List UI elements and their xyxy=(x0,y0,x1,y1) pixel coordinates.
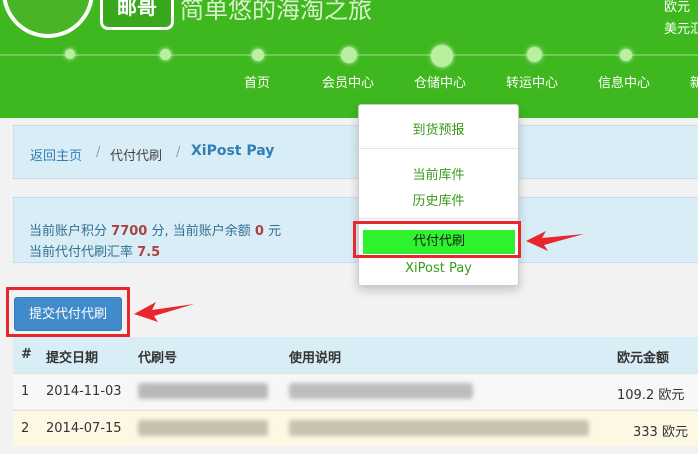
breadcrumb-current: XiPost Pay xyxy=(191,143,275,159)
nav-info-center[interactable]: 信息中心 xyxy=(598,72,650,91)
col-number: # xyxy=(21,347,32,362)
blurred-usage-notes xyxy=(289,420,589,436)
logo-text[interactable]: 邮哥 xyxy=(100,0,174,30)
row-amount: 109.2 欧元 xyxy=(617,388,685,403)
menu-arrival-notice[interactable]: 到货预报 xyxy=(359,119,518,138)
logo-icon[interactable] xyxy=(2,0,94,38)
breadcrumb-separator: / xyxy=(176,145,181,160)
blurred-payment-id xyxy=(138,420,268,436)
blurred-payment-id xyxy=(138,383,268,399)
col-usage-notes: 使用说明 xyxy=(289,351,342,366)
rate-label: 当前代付代刷汇率 xyxy=(29,245,134,260)
highlight-box-submit xyxy=(6,287,130,337)
balance-value: 0 xyxy=(254,224,264,239)
points-label: 当前账户积分 xyxy=(29,224,108,239)
nav-dot-icon xyxy=(160,49,171,60)
breadcrumb: 返回主页 / 代付代刷 / XiPost Pay xyxy=(13,125,698,179)
nav-dot-icon xyxy=(620,49,632,61)
site-header: 邮哥 简单悠的海淘之旅 欧元 美元汇 首页 会员中心 仓储中心 转运中心 信息中… xyxy=(0,0,698,118)
currency-usd-label: 美元汇 xyxy=(664,22,698,37)
nav-dot-icon xyxy=(341,47,357,63)
nav-member-center[interactable]: 会员中心 xyxy=(322,72,374,91)
nav-home[interactable]: 首页 xyxy=(244,72,270,91)
row-amount: 333 欧元 xyxy=(633,425,688,440)
col-payment-id: 代刷号 xyxy=(138,351,178,366)
nav-warehouse-center[interactable]: 仓储中心 xyxy=(414,72,466,91)
balance-unit: 元 xyxy=(268,224,282,239)
nav-dot-icon xyxy=(527,47,542,62)
nav-forwarding-center[interactable]: 转运中心 xyxy=(506,72,558,91)
row-date: 2014-11-03 xyxy=(46,384,122,399)
highlight-box-menu xyxy=(353,221,521,258)
points-unit: 分, 当前账户余额 xyxy=(151,224,251,239)
menu-history-stock[interactable]: 历史库件 xyxy=(359,190,518,209)
warehouse-dropdown-menu: 到货预报 当前库件 历史库件 代付代刷 XiPost Pay xyxy=(358,104,519,286)
currency-euro-label: 欧元 xyxy=(664,0,691,15)
menu-xipost-pay[interactable]: XiPost Pay xyxy=(359,261,518,276)
rate-value: 7.5 xyxy=(137,245,161,260)
menu-current-stock[interactable]: 当前库件 xyxy=(359,164,518,183)
nav-dot-icon xyxy=(252,49,264,61)
red-arrow-icon xyxy=(526,231,584,251)
table-header-row: # 提交日期 代刷号 使用说明 欧元金额 xyxy=(13,337,698,373)
col-submit-date: 提交日期 xyxy=(46,351,99,366)
menu-divider xyxy=(359,148,518,149)
nav-dot-icon xyxy=(65,49,75,59)
table-row[interactable]: 2 2014-07-15 333 欧元 xyxy=(13,410,698,446)
site-slogan: 简单悠的海淘之旅 xyxy=(180,0,372,24)
row-number: 1 xyxy=(21,384,30,399)
blurred-usage-notes xyxy=(289,383,473,399)
nav-dot-active-icon xyxy=(431,45,453,67)
account-balance-line: 当前账户积分 7700 分, 当前账户余额 0 元 xyxy=(29,220,281,239)
breadcrumb-home-link[interactable]: 返回主页 xyxy=(30,145,82,164)
row-date: 2014-07-15 xyxy=(46,421,122,436)
table-row[interactable]: 1 2014-11-03 109.2 欧元 xyxy=(13,373,698,409)
points-value: 7700 xyxy=(111,224,148,239)
breadcrumb-payment[interactable]: 代付代刷 xyxy=(110,145,162,164)
red-arrow-icon xyxy=(134,302,194,322)
col-euro-amount: 欧元金额 xyxy=(617,351,670,366)
nav-new[interactable]: 新 xyxy=(690,72,698,91)
row-number: 2 xyxy=(21,421,30,436)
menu-divider xyxy=(359,218,518,219)
breadcrumb-separator: / xyxy=(96,145,101,160)
exchange-rate-line: 当前代付代刷汇率 7.5 xyxy=(29,241,160,260)
